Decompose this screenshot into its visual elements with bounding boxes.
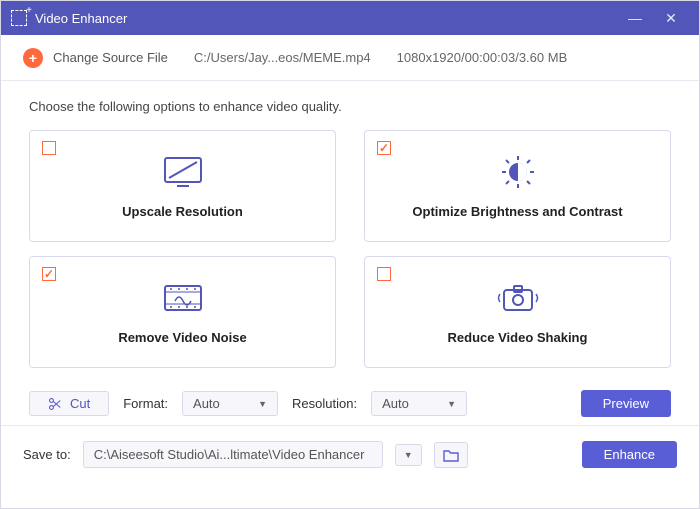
change-source-label: Change Source File: [53, 50, 168, 65]
save-path-field[interactable]: C:\Aiseesoft Studio\Ai...ltimate\Video E…: [83, 441, 383, 468]
folder-icon: [443, 448, 459, 462]
card-upscale-resolution[interactable]: Upscale Resolution: [29, 130, 336, 242]
checkbox-noise[interactable]: [42, 267, 56, 281]
card-remove-noise[interactable]: Remove Video Noise: [29, 256, 336, 368]
cut-label: Cut: [70, 396, 90, 411]
card-label: Remove Video Noise: [118, 330, 246, 345]
titlebar: Video Enhancer — ✕: [1, 1, 699, 35]
source-path: C:/Users/Jay...eos/MEME.mp4: [194, 50, 371, 65]
format-value: Auto: [193, 396, 220, 411]
checkbox-shaking[interactable]: [377, 267, 391, 281]
save-to-label: Save to:: [23, 447, 71, 462]
resolution-select[interactable]: Auto ▼: [371, 391, 467, 416]
controls-row: Cut Format: Auto ▼ Resolution: Auto ▼ Pr…: [29, 390, 671, 417]
change-source-button[interactable]: + Change Source File: [23, 48, 168, 68]
instruction-text: Choose the following options to enhance …: [29, 99, 671, 114]
format-select[interactable]: Auto ▼: [182, 391, 278, 416]
options-grid: Upscale Resolution Optimize Brightness a…: [29, 130, 671, 368]
source-meta: 1080x1920/00:00:03/3.60 MB: [397, 50, 568, 65]
minimize-button[interactable]: —: [617, 10, 653, 26]
save-path-dropdown[interactable]: ▼: [395, 444, 422, 466]
card-optimize-brightness[interactable]: Optimize Brightness and Contrast: [364, 130, 671, 242]
upscale-icon: [159, 154, 207, 190]
chevron-down-icon: ▼: [447, 399, 456, 409]
card-label: Upscale Resolution: [122, 204, 243, 219]
brightness-icon: [494, 154, 542, 190]
window-title: Video Enhancer: [35, 11, 617, 26]
source-bar: + Change Source File C:/Users/Jay...eos/…: [1, 35, 699, 81]
bottom-bar: Save to: C:\Aiseesoft Studio\Ai...ltimat…: [1, 425, 699, 483]
card-label: Optimize Brightness and Contrast: [412, 204, 622, 219]
main-panel: Choose the following options to enhance …: [1, 81, 699, 425]
open-folder-button[interactable]: [434, 442, 468, 468]
shaking-icon: [494, 280, 542, 316]
close-button[interactable]: ✕: [653, 10, 689, 27]
enhance-button[interactable]: Enhance: [582, 441, 677, 468]
cut-button[interactable]: Cut: [29, 391, 109, 416]
preview-button[interactable]: Preview: [581, 390, 671, 417]
checkbox-upscale[interactable]: [42, 141, 56, 155]
noise-icon: [159, 280, 207, 316]
chevron-down-icon: ▼: [258, 399, 267, 409]
checkbox-brightness[interactable]: [377, 141, 391, 155]
app-icon: [11, 10, 27, 26]
card-reduce-shaking[interactable]: Reduce Video Shaking: [364, 256, 671, 368]
format-label: Format:: [123, 396, 168, 411]
chevron-down-icon: ▼: [404, 450, 413, 460]
resolution-label: Resolution:: [292, 396, 357, 411]
card-label: Reduce Video Shaking: [448, 330, 588, 345]
resolution-value: Auto: [382, 396, 409, 411]
plus-icon: +: [23, 48, 43, 68]
scissors-icon: [48, 397, 62, 411]
